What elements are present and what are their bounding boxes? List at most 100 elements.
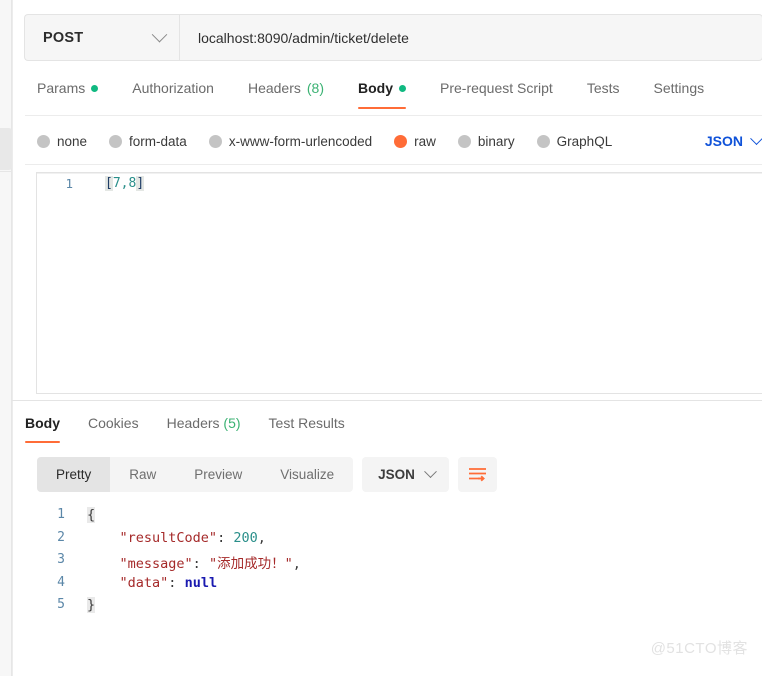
line-number: 4 [57, 574, 65, 590]
view-mode-visualize[interactable]: Visualize [261, 457, 353, 492]
body-type-raw[interactable]: raw [394, 134, 436, 149]
body-type-form-data-label: form-data [129, 133, 187, 149]
http-method-dropdown[interactable]: POST [24, 14, 179, 61]
body-type-none-label: none [57, 133, 88, 149]
response-pane: Body Cookies Headers (5) Test Results Pr… [12, 401, 762, 676]
line-number: 3 [57, 552, 65, 567]
close-bracket-token: ] [136, 176, 145, 191]
response-tab-test-results-label: Test Results [268, 415, 345, 431]
tab-body[interactable]: Body [358, 76, 406, 109]
rail-divider [0, 171, 12, 172]
response-format-dropdown[interactable]: JSON [362, 457, 449, 492]
body-type-radio-group: none form-data x-www-form-urlencoded raw… [37, 126, 762, 156]
response-code-line: "message": "添加成功！", [77, 552, 301, 572]
raw-format-label: JSON [704, 133, 743, 149]
body-type-none[interactable]: none [37, 134, 87, 149]
response-code-line: } [77, 597, 96, 613]
response-tab-body[interactable]: Body [25, 411, 60, 443]
request-url-text: localhost:8090/admin/ticket/delete [198, 29, 409, 46]
body-type-form-data[interactable]: form-data [109, 134, 187, 149]
tab-pre-request-script[interactable]: Pre-request Script [440, 76, 553, 109]
request-tabs: Params Authorization Headers (8) Body Pr… [37, 76, 762, 116]
json-value-message: "添加成功！" [208, 556, 293, 572]
left-sidebar-rail [0, 0, 12, 676]
response-format-toolbar: Pretty Raw Preview Visualize JSON [37, 457, 497, 492]
json-key-resultCode: "resultCode" [119, 529, 218, 546]
close-brace-token: } [87, 597, 96, 613]
view-mode-pretty-label: Pretty [56, 467, 92, 482]
watermark: @51CTO博客 [650, 640, 748, 657]
view-mode-preview-label: Preview [194, 467, 243, 482]
response-body-viewer[interactable]: 1 { 2 "resultCode": 200, 3 "message": "添… [37, 507, 757, 637]
body-type-urlencoded[interactable]: x-www-form-urlencoded [208, 133, 373, 149]
response-tab-test-results[interactable]: Test Results [269, 411, 345, 443]
body-modified-dot-icon [399, 84, 406, 92]
array-value-token: 7,8 [112, 176, 137, 191]
response-code-line: "data": null [77, 574, 218, 591]
word-wrap-button[interactable] [457, 457, 497, 492]
radio-icon [536, 134, 550, 148]
tab-pre-request-script-label: Pre-request Script [440, 80, 553, 96]
response-code-line: { [77, 507, 96, 523]
open-bracket-token: [ [105, 176, 113, 191]
request-tabs-divider [25, 115, 762, 116]
response-tabs: Body Cookies Headers (5) Test Results [25, 411, 373, 443]
response-view-mode-group: Pretty Raw Preview Visualize [37, 457, 354, 492]
colon: : [217, 529, 234, 546]
json-key-message: "message" [119, 556, 193, 572]
radio-icon [208, 134, 222, 148]
request-url-row: POST localhost:8090/admin/ticket/delete [24, 14, 762, 61]
request-body-editor[interactable]: 1 [7,8] [36, 172, 762, 394]
view-mode-visualize-label: Visualize [280, 467, 335, 482]
request-url-input[interactable]: localhost:8090/admin/ticket/delete [179, 14, 762, 61]
response-line: 2 "resultCode": 200, [37, 530, 757, 553]
raw-format-dropdown[interactable]: JSON [704, 131, 762, 149]
tab-settings[interactable]: Settings [654, 76, 705, 109]
radio-icon [457, 134, 471, 148]
line-number: 1 [57, 507, 65, 522]
word-wrap-icon [468, 468, 486, 482]
tab-tests[interactable]: Tests [587, 76, 620, 109]
tab-authorization-label: Authorization [132, 80, 214, 96]
radio-icon [109, 134, 123, 148]
chevron-down-icon [151, 26, 168, 43]
view-mode-preview[interactable]: Preview [175, 457, 261, 492]
body-type-binary-label: binary [477, 133, 515, 149]
json-value-data: null [184, 574, 218, 591]
open-brace-token: { [87, 507, 96, 523]
view-mode-raw[interactable]: Raw [110, 457, 175, 492]
tab-params[interactable]: Params [37, 76, 99, 109]
view-mode-pretty[interactable]: Pretty [37, 457, 111, 492]
json-key-data: "data" [119, 574, 169, 591]
response-code-line: "resultCode": 200, [77, 530, 266, 546]
colon: : [168, 574, 185, 591]
radio-icon [37, 134, 50, 148]
body-type-graphql[interactable]: GraphQL [536, 134, 612, 149]
editor-top-rule [37, 173, 762, 174]
tab-authorization[interactable]: Authorization [132, 76, 214, 109]
params-modified-dot-icon [91, 84, 99, 92]
tab-settings-label: Settings [653, 80, 705, 96]
response-line: 3 "message": "添加成功！", [37, 552, 757, 575]
body-type-binary[interactable]: binary [457, 133, 515, 149]
tab-body-label: Body [358, 80, 393, 96]
editor-code-line: [7,8] [83, 176, 145, 191]
editor-line: 1 [7,8] [37, 173, 762, 194]
response-tab-headers-label: Headers [166, 415, 220, 431]
response-tab-cookies[interactable]: Cookies [88, 411, 139, 443]
tab-headers[interactable]: Headers (8) [248, 76, 324, 109]
sidebar-drag-handle[interactable] [0, 128, 12, 170]
tab-params-label: Params [37, 80, 86, 96]
chevron-down-icon [423, 465, 437, 479]
radio-selected-icon [394, 134, 408, 148]
comma: , [257, 529, 266, 546]
response-line: 1 { [37, 507, 757, 530]
response-format-label: JSON [378, 467, 415, 482]
body-type-urlencoded-label: x-www-form-urlencoded [228, 133, 373, 149]
response-tab-cookies-label: Cookies [88, 415, 139, 431]
response-tab-headers[interactable]: Headers (5) [167, 411, 241, 443]
response-line: 4 "data": null [37, 575, 757, 598]
json-value-resultCode: 200 [233, 529, 258, 546]
body-type-divider [25, 164, 762, 165]
